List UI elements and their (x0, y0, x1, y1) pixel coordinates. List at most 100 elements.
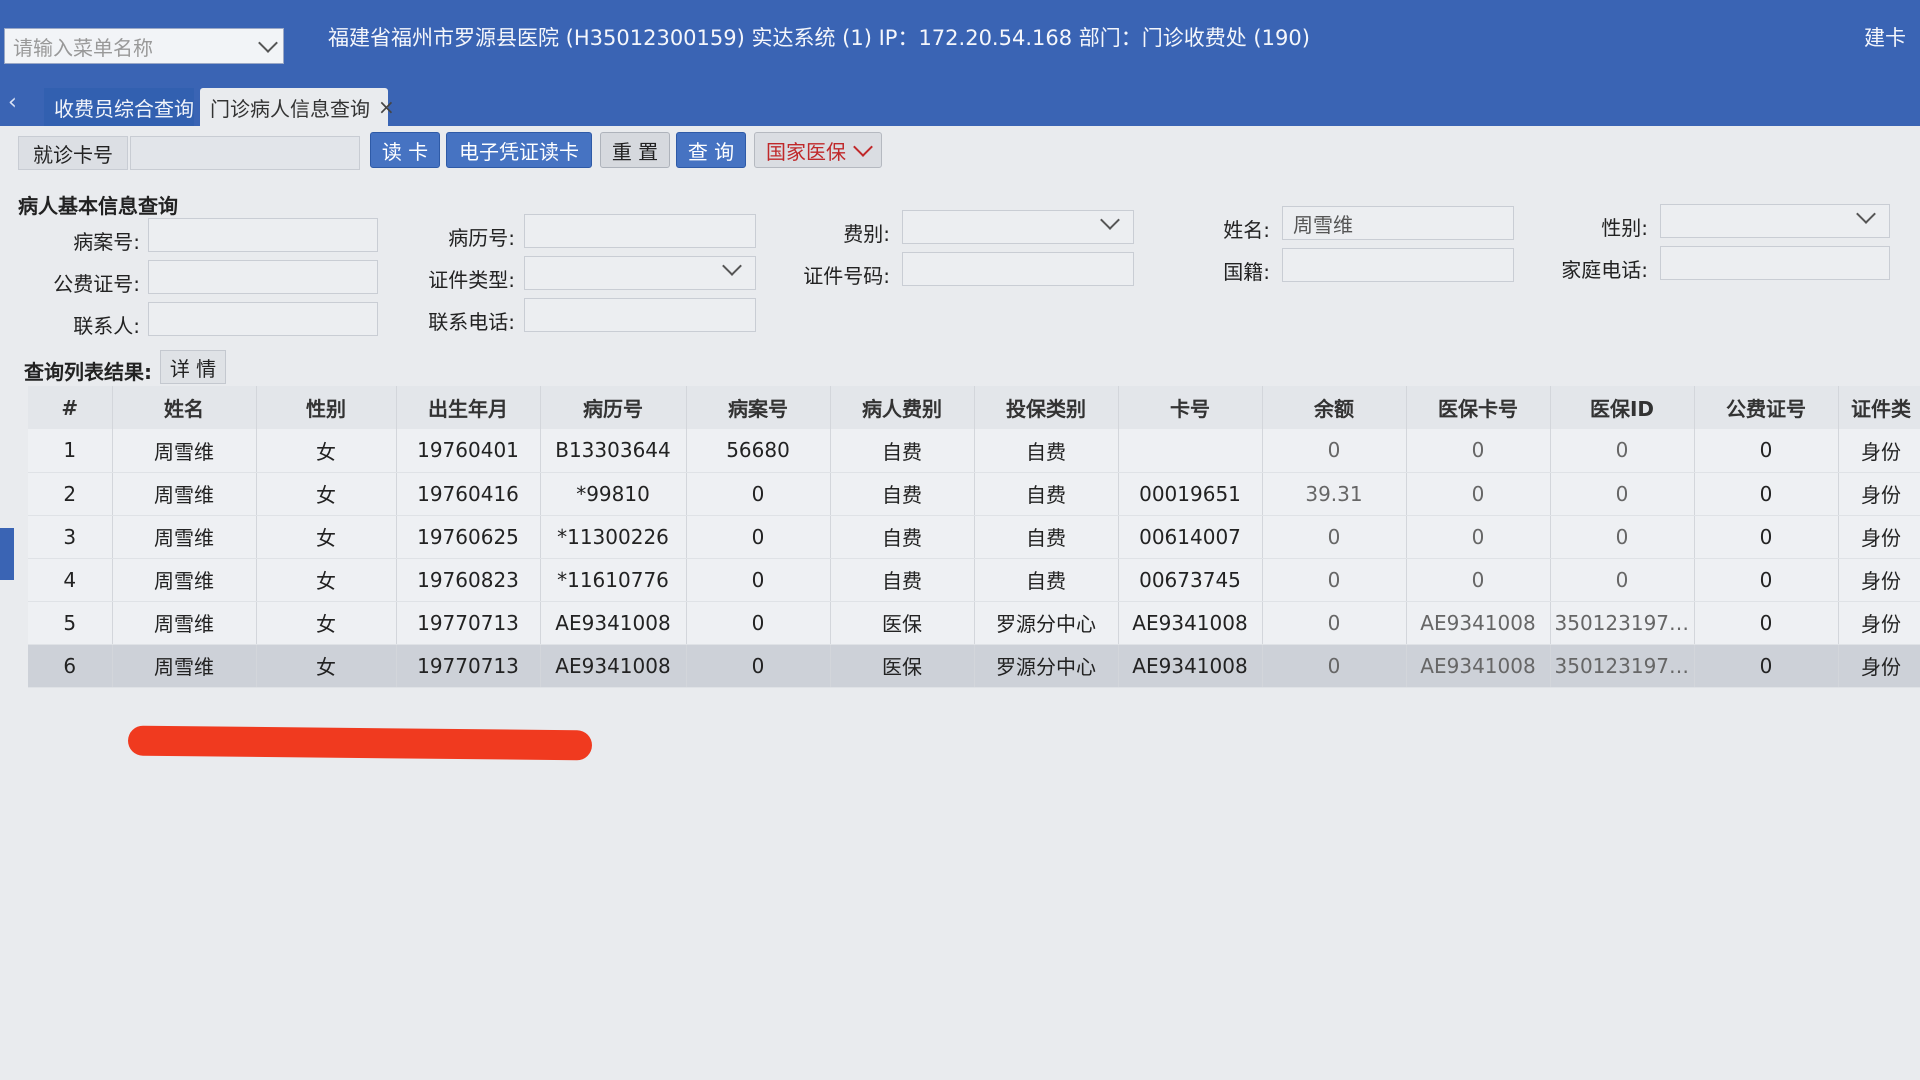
side-marker (0, 528, 14, 580)
menu-search-select[interactable]: 请输入菜单名称 (4, 28, 284, 64)
table-cell: 6 (28, 644, 113, 688)
home-phone-label: 家庭电话: (1561, 258, 1648, 282)
results-label: 查询列表结果: (24, 360, 152, 384)
chevron-down-icon (1856, 204, 1876, 224)
system-title: 福建省福州市罗源县医院 (H35012300159) 实达系统 (1) IP：1… (328, 26, 1310, 50)
public-fee-input[interactable] (148, 260, 378, 294)
id-no-input[interactable] (902, 252, 1134, 286)
table-cell: 00673745 (1118, 558, 1263, 602)
build-card-link[interactable]: 建卡 (1864, 22, 1906, 52)
table-cell: 4 (28, 558, 113, 602)
table-row[interactable]: 6 周雪维女 19770713 AE9341008 0 医保 罗源分中心 AE9341008 0… (28, 644, 1920, 688)
table-row[interactable]: 5 周雪维女 19770713 AE9341008 0 医保 罗源分中心 AE9341008 0… (28, 601, 1920, 645)
table-cell: 医保 (830, 644, 975, 688)
query-button[interactable]: 查 询 (676, 132, 746, 168)
table-cell: 0 (1262, 644, 1407, 688)
table-cell: 周雪维 (112, 429, 257, 473)
id-type-select[interactable] (524, 256, 756, 290)
chevron-down-icon (1100, 210, 1120, 230)
detail-button[interactable]: 详 情 (160, 350, 226, 384)
column-header[interactable]: 证件类 (1838, 386, 1920, 429)
table-cell: 0 (1550, 558, 1695, 602)
table-cell: 3 (28, 515, 113, 559)
column-header[interactable]: 出生年月 (396, 386, 541, 429)
table-cell: AE9341008 (1406, 601, 1551, 645)
table-row[interactable]: 2 周雪维女 19760416 *99810 0 自费 自费 00019651 39.31 0 0 0… (28, 472, 1920, 516)
table-cell: 自费 (974, 429, 1119, 473)
id-type-label: 证件类型: (428, 268, 515, 292)
tab-cashier-query[interactable]: 收费员综合查询 (44, 88, 194, 126)
case-no-label: 病案号: (73, 230, 140, 254)
contact-phone-input[interactable] (524, 298, 756, 332)
column-header[interactable]: 医保卡号 (1406, 386, 1551, 429)
column-header[interactable]: 公费证号 (1694, 386, 1839, 429)
home-phone-input[interactable] (1660, 246, 1890, 280)
gender-select[interactable] (1660, 204, 1890, 238)
table-cell: 1 (28, 429, 113, 473)
table-row[interactable]: 4 周雪维女 19760823 *11610776 0 自费 自费 00673745 0 0 0 0 身… (28, 558, 1920, 602)
chevron-left-icon[interactable]: ‹ (8, 90, 28, 115)
table-row[interactable]: 1 周雪维女 19760401 B13303644 56680 自费 自费 0 0 0 0 身份 (28, 429, 1920, 473)
column-header[interactable]: 姓名 (112, 386, 257, 429)
column-header[interactable]: 余额 (1262, 386, 1407, 429)
close-icon[interactable]: × (378, 95, 395, 119)
chevron-down-icon (722, 256, 742, 276)
column-header[interactable]: 投保类别 (974, 386, 1119, 429)
table-cell: 身份 (1838, 515, 1920, 559)
table-cell: 女 (256, 644, 397, 688)
table-cell: 罗源分中心 (974, 601, 1119, 645)
table-cell: 0 (1694, 472, 1839, 516)
public-fee-label: 公费证号: (53, 272, 140, 296)
table-cell: 自费 (830, 515, 975, 559)
read-card-button[interactable]: 读 卡 (370, 132, 440, 168)
table-cell: 0 (1262, 429, 1407, 473)
column-header[interactable]: 病人费别 (830, 386, 975, 429)
column-header[interactable]: 病历号 (540, 386, 687, 429)
case-no-input[interactable] (148, 218, 378, 252)
table-cell: B13303644 (540, 429, 687, 473)
table-cell: 0 (1694, 644, 1839, 688)
table-cell: 0 (1694, 429, 1839, 473)
table-cell: 2 (28, 472, 113, 516)
table-cell: 0 (1262, 601, 1407, 645)
contact-input[interactable] (148, 302, 378, 336)
table-cell: 自费 (974, 472, 1119, 516)
reset-button[interactable]: 重 置 (600, 132, 670, 168)
record-no-input[interactable] (524, 214, 756, 248)
table-cell: 56680 (686, 429, 831, 473)
column-header[interactable]: 病案号 (686, 386, 831, 429)
table-cell: 19760401 (396, 429, 541, 473)
table-cell: *11300226 (540, 515, 687, 559)
table-cell: 身份 (1838, 558, 1920, 602)
table-row[interactable]: 3 周雪维女 19760625 *11300226 0 自费 自费 00614007 0 0 0 0 身… (28, 515, 1920, 559)
table-cell: 周雪维 (112, 515, 257, 559)
table-cell: 自费 (830, 558, 975, 602)
table-cell: 0 (686, 601, 831, 645)
name-input[interactable]: 周雪维 (1282, 206, 1514, 240)
national-insurance-dropdown[interactable]: 国家医保 (754, 132, 882, 168)
table-cell: 19770713 (396, 601, 541, 645)
tab-outpatient-info-query[interactable]: 门诊病人信息查询 × (200, 88, 395, 126)
card-number-label: 就诊卡号 (18, 136, 128, 170)
column-header[interactable]: 性别 (256, 386, 397, 429)
column-header[interactable]: 卡号 (1118, 386, 1263, 429)
table-cell: 0 (1262, 515, 1407, 559)
table-cell: 00614007 (1118, 515, 1263, 559)
red-annotation-stroke (127, 725, 593, 761)
fee-type-select[interactable] (902, 210, 1134, 244)
e-voucher-read-button[interactable]: 电子凭证读卡 (446, 132, 592, 168)
fee-type-label: 费别: (843, 222, 890, 246)
contact-label: 联系人: (73, 314, 140, 338)
nationality-input[interactable] (1282, 248, 1514, 282)
table-cell: 0 (1406, 515, 1551, 559)
contact-phone-label: 联系电话: (428, 310, 515, 334)
column-header[interactable]: # (28, 386, 113, 429)
card-number-input[interactable] (130, 136, 360, 170)
table-cell: 19760823 (396, 558, 541, 602)
table-cell: 19760625 (396, 515, 541, 559)
table-cell: 0 (1262, 558, 1407, 602)
id-no-label: 证件号码: (803, 264, 890, 288)
menu-search-placeholder: 请输入菜单名称 (13, 35, 153, 60)
chevron-down-icon (258, 33, 278, 53)
column-header[interactable]: 医保ID (1550, 386, 1695, 429)
